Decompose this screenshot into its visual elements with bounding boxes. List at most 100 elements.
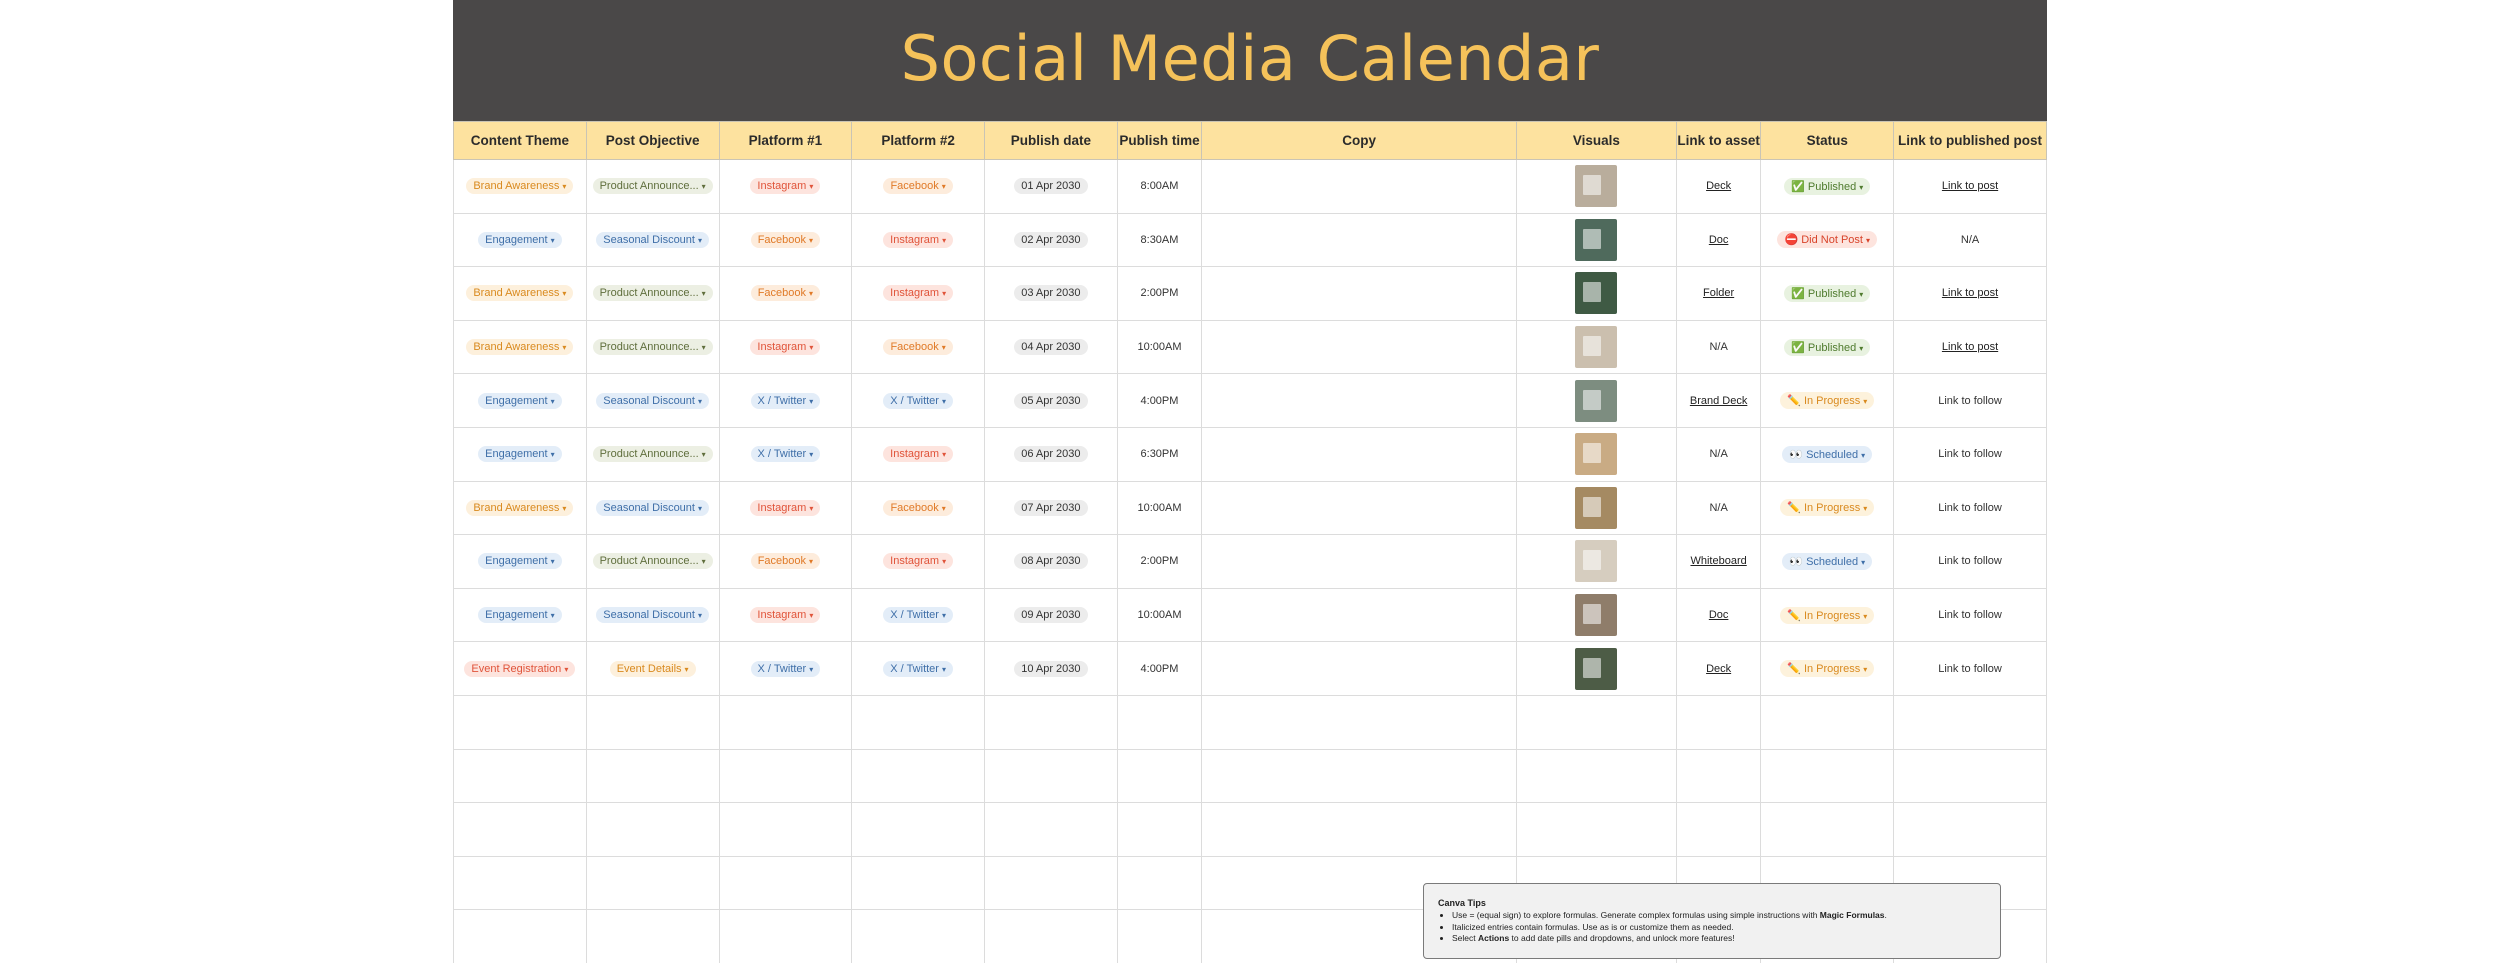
publish-date-pill[interactable]: 01 Apr 2030 <box>1014 178 1088 195</box>
published-post-link[interactable]: Link to post <box>1942 180 1998 192</box>
publish-date-pill[interactable]: 06 Apr 2030 <box>1014 446 1088 463</box>
content-theme-dropdown[interactable]: Brand Awareness ▾ <box>466 178 574 195</box>
empty-cell[interactable] <box>1515 802 1677 857</box>
empty-cell[interactable] <box>585 855 720 911</box>
publish-date-pill[interactable]: 02 Apr 2030 <box>1014 231 1088 248</box>
empty-cell[interactable] <box>1893 694 2047 750</box>
copy-cell[interactable] <box>1201 266 1517 321</box>
empty-cell[interactable] <box>1515 748 1677 804</box>
platform-2-dropdown[interactable]: Instagram ▾ <box>883 553 954 570</box>
publish-time-cell[interactable]: 10:00AM <box>1116 480 1203 536</box>
post-objective-dropdown[interactable]: Product Announce... ▾ <box>592 446 713 463</box>
content-theme-dropdown[interactable]: Brand Awareness ▾ <box>466 285 574 302</box>
visual-thumbnail-image[interactable] <box>1575 218 1618 261</box>
content-theme-dropdown[interactable]: Engagement ▾ <box>478 607 562 624</box>
platform-1-dropdown[interactable]: Facebook ▾ <box>750 285 821 302</box>
visual-thumbnail-image[interactable] <box>1575 326 1618 369</box>
empty-cell[interactable] <box>718 909 853 963</box>
status-dropdown[interactable]: 👀 Scheduled ▾ <box>1782 552 1873 570</box>
empty-cell[interactable] <box>851 909 985 963</box>
visual-thumbnail-image[interactable] <box>1575 486 1618 529</box>
empty-cell[interactable] <box>1760 802 1895 857</box>
empty-cell[interactable] <box>984 909 1118 963</box>
publish-time-cell[interactable]: 8:00AM <box>1116 159 1203 214</box>
publish-date-pill[interactable]: 07 Apr 2030 <box>1014 499 1088 516</box>
asset-link[interactable]: Folder <box>1703 287 1734 299</box>
publish-time-cell[interactable]: 2:00PM <box>1116 534 1203 589</box>
empty-cell[interactable] <box>1893 802 2047 857</box>
content-theme-dropdown[interactable]: Event Registration ▾ <box>464 660 576 677</box>
asset-link[interactable]: Doc <box>1709 609 1729 621</box>
empty-cell[interactable] <box>1760 694 1895 750</box>
empty-cell[interactable] <box>1116 855 1203 911</box>
empty-cell[interactable] <box>1201 694 1517 750</box>
visual-thumbnail-image[interactable] <box>1575 540 1618 583</box>
platform-2-dropdown[interactable]: Instagram ▾ <box>883 231 954 248</box>
status-dropdown[interactable]: ✏️ In Progress ▾ <box>1780 392 1875 410</box>
empty-cell[interactable] <box>1675 694 1762 750</box>
copy-cell[interactable] <box>1201 641 1517 696</box>
empty-cell[interactable] <box>1116 909 1203 963</box>
platform-2-dropdown[interactable]: X / Twitter ▾ <box>883 392 953 409</box>
publish-time-cell[interactable]: 6:30PM <box>1116 426 1203 482</box>
asset-link[interactable]: Brand Deck <box>1690 395 1747 407</box>
column-header-post-objective[interactable]: Post Objective <box>585 121 720 160</box>
platform-1-dropdown[interactable]: Instagram ▾ <box>750 339 821 356</box>
content-theme-dropdown[interactable]: Engagement ▾ <box>478 392 562 409</box>
column-header-visuals[interactable]: Visuals <box>1515 121 1677 160</box>
empty-cell[interactable] <box>984 802 1118 857</box>
platform-2-dropdown[interactable]: X / Twitter ▾ <box>883 607 953 624</box>
status-dropdown[interactable]: ✏️ In Progress ▾ <box>1780 660 1875 678</box>
empty-cell[interactable] <box>984 855 1118 911</box>
status-dropdown[interactable]: ✏️ In Progress ▾ <box>1780 499 1875 517</box>
visual-thumbnail-image[interactable] <box>1575 433 1618 476</box>
post-objective-dropdown[interactable]: Product Announce... ▾ <box>592 178 713 195</box>
visual-thumbnail-image[interactable] <box>1575 272 1618 315</box>
column-header-content-theme[interactable]: Content Theme <box>453 121 587 160</box>
empty-cell[interactable] <box>585 694 720 750</box>
post-objective-dropdown[interactable]: Seasonal Discount ▾ <box>596 392 709 409</box>
empty-cell[interactable] <box>1893 748 2047 804</box>
column-header-status[interactable]: Status <box>1760 121 1895 160</box>
empty-cell[interactable] <box>585 748 720 804</box>
publish-time-cell[interactable]: 8:30AM <box>1116 212 1203 268</box>
publish-time-cell[interactable]: 10:00AM <box>1116 587 1203 643</box>
empty-cell[interactable] <box>453 694 587 750</box>
empty-cell[interactable] <box>453 802 587 857</box>
platform-2-dropdown[interactable]: Instagram ▾ <box>883 285 954 302</box>
publish-date-pill[interactable]: 08 Apr 2030 <box>1014 553 1088 570</box>
empty-cell[interactable] <box>585 802 720 857</box>
status-dropdown[interactable]: ✅ Published ▾ <box>1784 284 1871 302</box>
asset-link[interactable]: Whiteboard <box>1690 555 1746 567</box>
asset-link[interactable]: Deck <box>1706 180 1731 192</box>
empty-cell[interactable] <box>718 694 853 750</box>
post-objective-dropdown[interactable]: Seasonal Discount ▾ <box>596 499 709 516</box>
published-post-link[interactable]: Link to post <box>1942 287 1998 299</box>
copy-cell[interactable] <box>1201 534 1517 589</box>
empty-cell[interactable] <box>585 909 720 963</box>
empty-cell[interactable] <box>453 909 587 963</box>
empty-cell[interactable] <box>984 748 1118 804</box>
empty-cell[interactable] <box>1201 748 1517 804</box>
publish-time-cell[interactable]: 10:00AM <box>1116 319 1203 375</box>
empty-cell[interactable] <box>718 855 853 911</box>
post-objective-dropdown[interactable]: Product Announce... ▾ <box>592 339 713 356</box>
status-dropdown[interactable]: ✅ Published ▾ <box>1784 338 1871 356</box>
platform-1-dropdown[interactable]: X / Twitter ▾ <box>750 446 821 463</box>
publish-time-cell[interactable]: 4:00PM <box>1116 373 1203 428</box>
platform-1-dropdown[interactable]: X / Twitter ▾ <box>750 392 821 409</box>
content-theme-dropdown[interactable]: Brand Awareness ▾ <box>466 499 574 516</box>
column-header-platform-2[interactable]: Platform #2 <box>851 121 985 160</box>
column-header-link-to-asset[interactable]: Link to asset <box>1675 121 1762 160</box>
post-objective-dropdown[interactable]: Product Announce... ▾ <box>592 553 713 570</box>
empty-cell[interactable] <box>1116 802 1203 857</box>
publish-time-cell[interactable]: 4:00PM <box>1116 641 1203 696</box>
publish-date-pill[interactable]: 10 Apr 2030 <box>1014 660 1088 677</box>
empty-cell[interactable] <box>453 855 587 911</box>
column-header-publish-date[interactable]: Publish date <box>984 121 1118 160</box>
copy-cell[interactable] <box>1201 212 1517 268</box>
visual-thumbnail-image[interactable] <box>1575 379 1618 422</box>
platform-1-dropdown[interactable]: Instagram ▾ <box>750 178 821 195</box>
column-header-platform-1[interactable]: Platform #1 <box>718 121 853 160</box>
empty-cell[interactable] <box>984 694 1118 750</box>
